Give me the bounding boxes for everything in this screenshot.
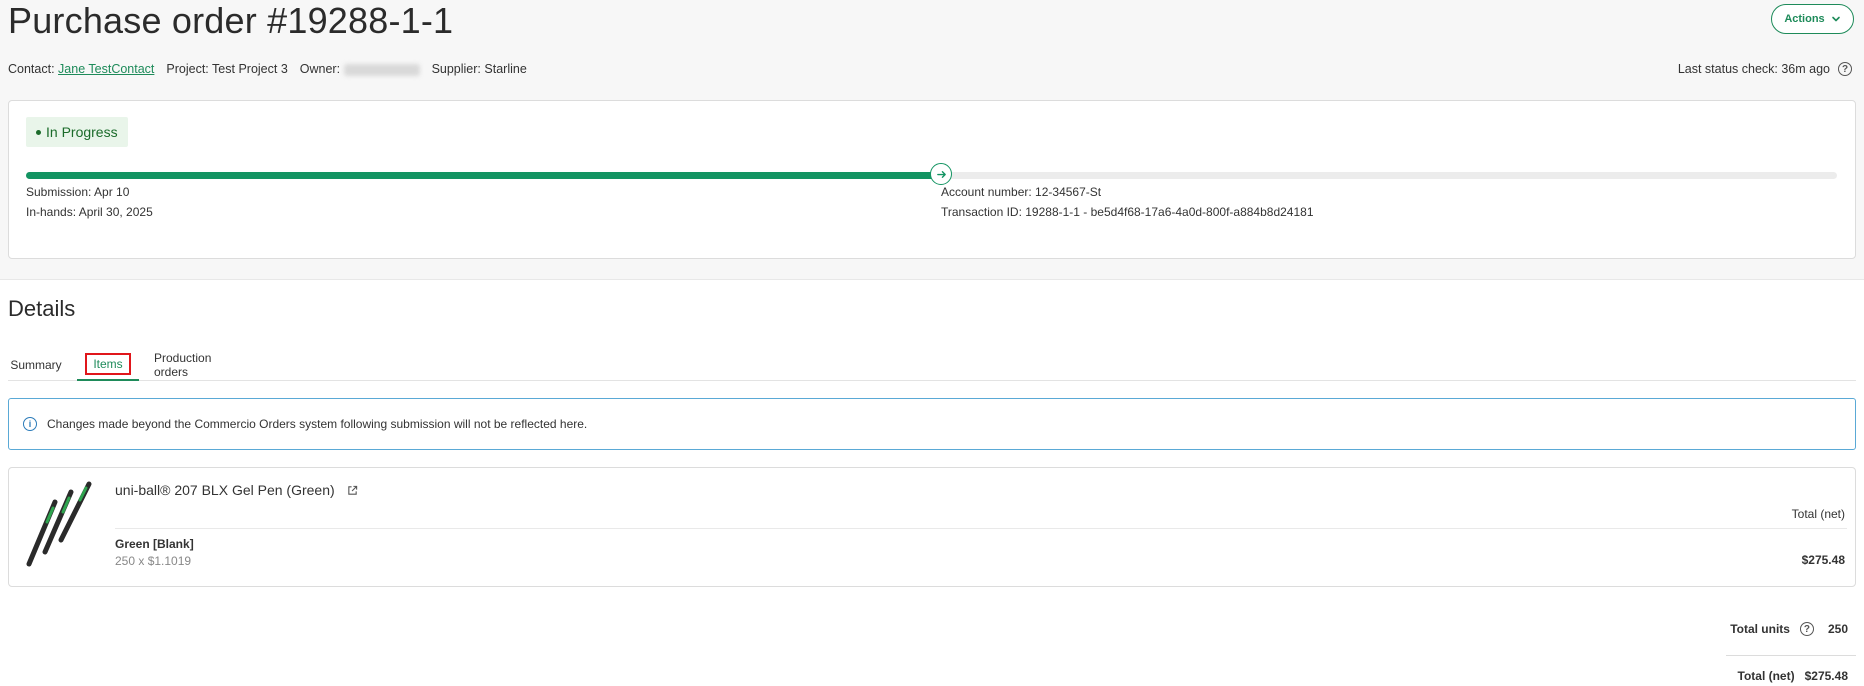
pen-product-image bbox=[26, 481, 92, 567]
supplier-value: Starline bbox=[484, 62, 527, 76]
help-icon[interactable]: ? bbox=[1799, 622, 1814, 636]
item-card: uni-ball® 207 BLX Gel Pen (Green) Total … bbox=[8, 467, 1856, 587]
owner-label: Owner: bbox=[299, 62, 341, 76]
status-badge: In Progress bbox=[26, 117, 128, 147]
total-net-row: Total (net) $275.48 bbox=[1738, 669, 1849, 683]
supplier-field: Supplier: Starline bbox=[432, 62, 527, 76]
progress-knob bbox=[930, 163, 952, 185]
variant-total: $275.48 bbox=[1801, 553, 1845, 567]
info-icon: i bbox=[23, 417, 37, 431]
status-card: In Progress Submission: Apr 10 In-hands:… bbox=[8, 100, 1856, 259]
item-total-header: Total (net) bbox=[1791, 507, 1845, 521]
arrow-right-icon bbox=[936, 170, 946, 178]
tab-items-label: Items bbox=[85, 352, 131, 375]
item-divider bbox=[115, 528, 1847, 529]
details-title: Details bbox=[8, 296, 76, 321]
total-units-label: Total units bbox=[1730, 622, 1790, 636]
total-net-label: Total (net) bbox=[1737, 669, 1795, 683]
contact-label: Contact: bbox=[8, 62, 55, 76]
submission-date: Submission: Apr 10 bbox=[26, 185, 130, 199]
total-units-value: 250 bbox=[1827, 622, 1848, 636]
owner-field: Owner: bbox=[300, 62, 420, 76]
external-link-icon[interactable] bbox=[347, 485, 358, 496]
progress-fill bbox=[26, 172, 941, 179]
info-banner: i Changes made beyond the Commercio Orde… bbox=[8, 398, 1856, 450]
page-title: Purchase order #19288-1-1 bbox=[8, 0, 454, 41]
details-tabs: Summary Items Production orders bbox=[8, 348, 1856, 381]
in-hands-date: In-hands: April 30, 2025 bbox=[26, 205, 153, 219]
variant-quantity-price: 250 x $1.1019 bbox=[115, 554, 192, 568]
info-banner-text: Changes made beyond the Commercio Orders… bbox=[47, 417, 588, 431]
project-field: Project: Test Project 3 bbox=[166, 62, 287, 76]
tab-production-orders-label: Production orders bbox=[154, 350, 212, 379]
status-dot-icon bbox=[36, 129, 41, 135]
status-badge-label: In Progress bbox=[46, 124, 118, 140]
item-title-text: uni-ball® 207 BLX Gel Pen (Green) bbox=[115, 482, 335, 498]
actions-button-label: Actions bbox=[1784, 13, 1825, 25]
tab-summary-label: Summary bbox=[10, 357, 62, 372]
account-number: Account number: 12-34567-St bbox=[941, 185, 1102, 199]
item-title: uni-ball® 207 BLX Gel Pen (Green) bbox=[115, 482, 358, 498]
contact-link[interactable]: Jane TestContact bbox=[58, 62, 154, 76]
last-status-check: Last status check: 36m ago ? bbox=[1678, 62, 1852, 76]
totals-divider bbox=[1726, 655, 1856, 656]
actions-button[interactable]: Actions bbox=[1771, 4, 1854, 34]
project-value: Test Project 3 bbox=[212, 62, 288, 76]
help-icon[interactable]: ? bbox=[1838, 62, 1852, 76]
supplier-label: Supplier: bbox=[431, 62, 481, 76]
project-label: Project: bbox=[166, 62, 209, 76]
tab-summary[interactable]: Summary bbox=[8, 348, 64, 381]
owner-value-redacted bbox=[343, 63, 420, 76]
order-meta-row: Contact: Jane TestContact Project: Test … bbox=[8, 62, 527, 76]
last-status-check-text: Last status check: 36m ago bbox=[1677, 62, 1830, 76]
total-net-value: $275.48 bbox=[1804, 669, 1848, 683]
variant-name: Green [Blank] bbox=[115, 537, 194, 551]
total-units-row: Total units ? 250 bbox=[1730, 622, 1848, 636]
tab-production-orders[interactable]: Production orders bbox=[148, 348, 248, 381]
contact-field: Contact: Jane TestContact bbox=[8, 62, 154, 76]
tab-items[interactable]: Items bbox=[77, 348, 139, 381]
chevron-down-icon bbox=[1831, 16, 1840, 22]
transaction-id: Transaction ID: 19288-1-1 - be5d4f68-17a… bbox=[941, 205, 1314, 219]
